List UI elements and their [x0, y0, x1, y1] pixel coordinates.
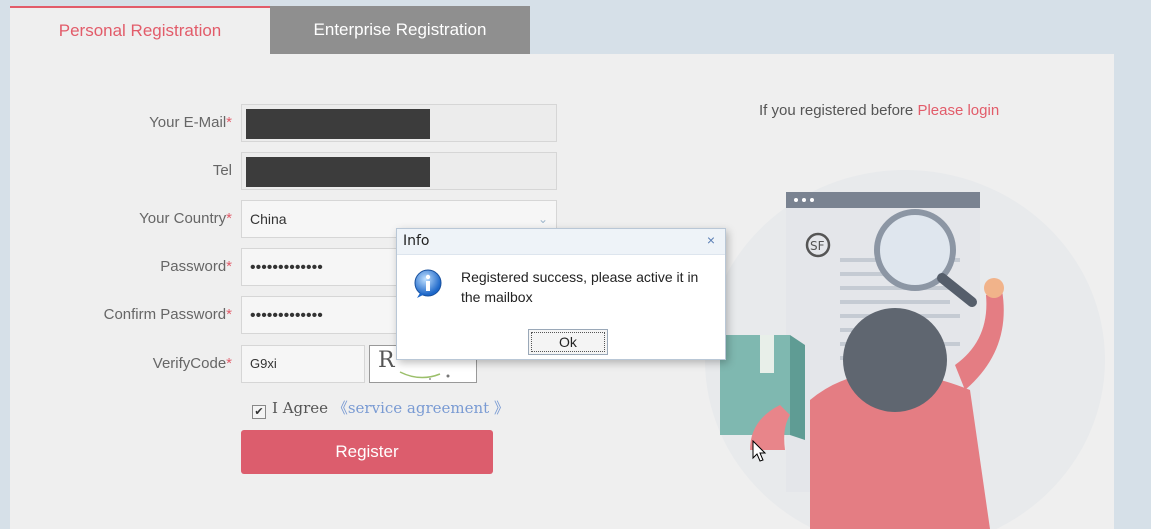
info-icon: [414, 269, 442, 298]
email-field[interactable]: [241, 104, 557, 142]
login-hint-text: If you registered before: [759, 102, 918, 119]
agree-checkbox[interactable]: ✔: [252, 405, 266, 419]
page-edge: [1114, 0, 1151, 529]
confirm-password-value: •••••••••••••: [250, 307, 323, 324]
tel-label-row: Tel: [0, 152, 232, 190]
verify-code-input[interactable]: G9xi: [241, 345, 365, 383]
registration-illustration: SF: [705, 170, 1105, 529]
email-label: Your E-Mail*: [149, 114, 232, 131]
tab-enterprise-registration[interactable]: Enterprise Registration: [270, 6, 530, 54]
login-hint: If you registered before Please login: [759, 102, 999, 119]
verify-code-label: VerifyCode*: [152, 355, 232, 372]
registration-tabs: Personal Registration Enterprise Registr…: [10, 6, 1151, 54]
country-value: China: [250, 211, 287, 227]
agree-label: I Agree: [272, 399, 329, 417]
password-label-row: Password*: [0, 248, 232, 286]
mouse-cursor-icon: [752, 440, 767, 462]
tel-field[interactable]: [241, 152, 557, 190]
confirm-label-row: Confirm Password*: [0, 296, 232, 334]
close-icon[interactable]: ×: [707, 232, 715, 248]
register-button[interactable]: Register: [241, 430, 493, 474]
svg-text:SF: SF: [810, 239, 825, 253]
tab-personal-registration[interactable]: Personal Registration: [10, 6, 270, 54]
redacted-block: [246, 109, 430, 139]
verify-label-row: VerifyCode*: [0, 345, 232, 383]
dialog-title: Info: [403, 233, 430, 249]
country-label-row: Your Country*: [0, 200, 232, 238]
password-value: •••••••••••••: [250, 259, 323, 276]
country-label: Your Country*: [139, 210, 232, 227]
dialog-message: Registered success, please active it in …: [461, 269, 699, 305]
password-label: Password*: [160, 258, 232, 275]
ok-button[interactable]: Ok: [528, 329, 608, 355]
verify-code-value: G9xi: [250, 356, 277, 371]
dialog-header: Info ×: [397, 229, 725, 255]
service-agreement-link[interactable]: 《service agreement 》: [333, 399, 509, 417]
confirm-password-label: Confirm Password*: [103, 306, 232, 323]
agreement-row: ✔ I Agree 《service agreement 》: [252, 398, 509, 419]
tel-label: Tel: [212, 162, 232, 179]
email-label-row: Your E-Mail*: [0, 104, 232, 142]
please-login-link[interactable]: Please login: [917, 102, 999, 119]
redacted-block: [246, 157, 430, 187]
